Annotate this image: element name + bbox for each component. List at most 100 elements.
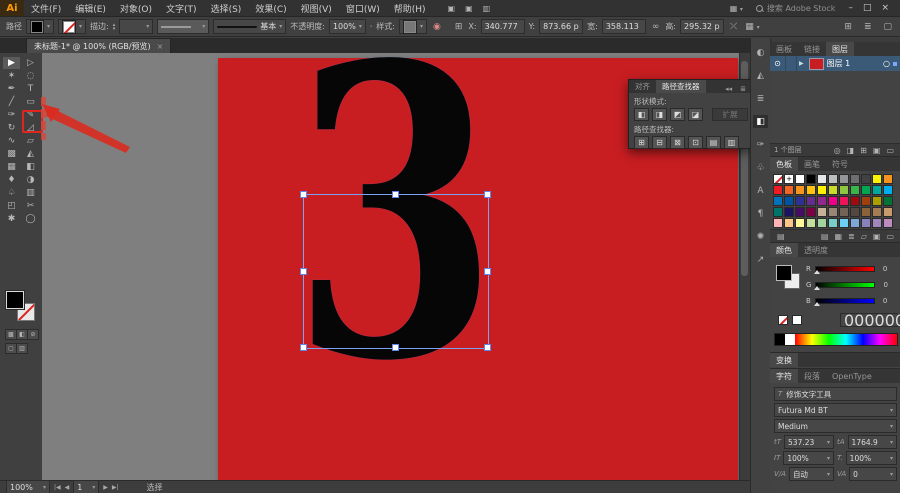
color-tab[interactable]: 颜色 bbox=[770, 243, 798, 257]
locate-object-icon[interactable]: ◎ bbox=[831, 146, 844, 155]
menu-item[interactable]: 窗口(W) bbox=[339, 2, 387, 15]
shape-mode-exclude-button[interactable]: ◪ bbox=[688, 108, 703, 121]
menu-item[interactable]: 选择(S) bbox=[204, 2, 249, 15]
expand-arrow-icon[interactable]: ▶ bbox=[797, 60, 806, 67]
eyedropper-tool[interactable]: ♦ bbox=[3, 174, 20, 186]
swatch[interactable] bbox=[850, 196, 860, 206]
new-color-group-icon[interactable]: ▱ bbox=[858, 232, 870, 241]
vertical-scale-field[interactable]: IT 100% ▾ bbox=[774, 451, 834, 465]
width-tool[interactable]: ∿ bbox=[3, 135, 20, 147]
horizontal-scale-field-caret-icon[interactable]: ▾ bbox=[890, 455, 893, 462]
leading-field-caret-icon[interactable]: ▾ bbox=[890, 439, 893, 446]
swatch[interactable] bbox=[773, 185, 783, 195]
swatch[interactable] bbox=[839, 185, 849, 195]
swatch[interactable] bbox=[883, 174, 893, 184]
swatch-libraries-icon[interactable]: ▤ bbox=[818, 232, 832, 241]
direct-selection-tool[interactable]: ▷ bbox=[22, 57, 39, 69]
swatch[interactable] bbox=[850, 185, 860, 195]
menu-item[interactable]: 效果(C) bbox=[248, 2, 293, 15]
width-profile-combo[interactable]: ▾ bbox=[157, 19, 210, 34]
swatch[interactable] bbox=[883, 218, 893, 228]
glyphs-panel-icon[interactable]: ✺ bbox=[753, 230, 768, 243]
align-panel-icon[interactable]: ≣ bbox=[753, 92, 768, 105]
character-tab[interactable]: 段落 bbox=[798, 369, 826, 383]
channel-slider[interactable] bbox=[813, 266, 875, 274]
swatch[interactable] bbox=[806, 174, 816, 184]
rotate-tool[interactable]: ↻ bbox=[3, 122, 20, 134]
workspace-switcher[interactable]: ▦ ▾ bbox=[725, 4, 748, 13]
selection-handle[interactable] bbox=[392, 191, 399, 198]
opacity-combo[interactable]: 100% ▾ bbox=[328, 19, 366, 34]
channel-slider-knob[interactable] bbox=[814, 286, 821, 290]
delete-layer-icon[interactable]: ▭ bbox=[883, 146, 897, 155]
channel-slider[interactable] bbox=[813, 298, 875, 306]
swatch[interactable] bbox=[784, 218, 794, 228]
leading-field[interactable]: tA 1764.9 ▾ bbox=[837, 435, 897, 449]
font-size-field-combo[interactable]: 537.23 ▾ bbox=[784, 435, 834, 449]
swatch[interactable]: + bbox=[784, 174, 794, 184]
swatch[interactable] bbox=[828, 185, 838, 195]
channel-value[interactable]: 0 bbox=[883, 297, 887, 305]
close-button[interactable]: × bbox=[876, 3, 894, 13]
fill-color-proxy[interactable] bbox=[6, 291, 24, 309]
transform-panel-header[interactable]: 变换 bbox=[770, 353, 900, 369]
swatch[interactable] bbox=[795, 207, 805, 217]
new-swatch-icon[interactable]: ▣ bbox=[870, 232, 884, 241]
app-bar-icon[interactable]: ▥ bbox=[478, 4, 496, 13]
swatch[interactable] bbox=[817, 196, 827, 206]
swatch[interactable] bbox=[817, 174, 827, 184]
swatch[interactable] bbox=[773, 218, 783, 228]
swatch[interactable] bbox=[784, 196, 794, 206]
swatch[interactable] bbox=[839, 207, 849, 217]
shape-mode-minus-front-button[interactable]: ◨ bbox=[652, 108, 667, 121]
swatch[interactable] bbox=[773, 207, 783, 217]
swatch[interactable] bbox=[795, 185, 805, 195]
delete-swatch-icon[interactable]: ▭ bbox=[883, 232, 897, 241]
column-graph-tool[interactable]: ▥ bbox=[22, 187, 39, 199]
panel-collapse-icon[interactable]: ◂◂ bbox=[721, 85, 736, 93]
swatch[interactable] bbox=[795, 218, 805, 228]
touch-type-tool-button[interactable]: T 修饰文字工具 bbox=[774, 387, 897, 401]
selection-handle[interactable] bbox=[484, 191, 491, 198]
panel-menu-icon[interactable]: ▢ bbox=[881, 22, 894, 32]
pathfinder-crop-button[interactable]: ⊡ bbox=[688, 136, 703, 149]
selection-bounding-box[interactable] bbox=[303, 194, 489, 349]
swatch[interactable] bbox=[795, 174, 805, 184]
tracking-field-caret-icon[interactable]: ▾ bbox=[890, 471, 893, 478]
swatches-tab[interactable]: 画笔 bbox=[798, 157, 826, 171]
channel-slider-knob[interactable] bbox=[813, 302, 820, 306]
document-tab[interactable]: 未标题-1* @ 100% (RGB/预览) × bbox=[26, 38, 172, 53]
selection-handle[interactable] bbox=[484, 267, 491, 275]
artboard-number-combo[interactable]: 1 ▾ bbox=[73, 479, 100, 493]
swatch[interactable] bbox=[828, 207, 838, 217]
pathfinder-divide-button[interactable]: ⊞ bbox=[634, 136, 649, 149]
lasso-tool[interactable]: ◌ bbox=[22, 70, 39, 82]
first-artboard-icon[interactable]: |◀ bbox=[54, 484, 61, 491]
swatch[interactable] bbox=[861, 196, 871, 206]
white-swatch[interactable] bbox=[792, 315, 802, 325]
swatch[interactable] bbox=[806, 185, 816, 195]
leading-field-combo[interactable]: 1764.9 ▾ bbox=[847, 435, 897, 449]
hex-field[interactable]: 000000 bbox=[840, 311, 900, 330]
pathfinder-trim-button[interactable]: ⊟ bbox=[652, 136, 667, 149]
fill-stroke-widget[interactable] bbox=[776, 265, 802, 291]
layer-thumbnail[interactable] bbox=[808, 57, 824, 70]
kerning-field-combo[interactable]: 自动 ▾ bbox=[788, 467, 834, 481]
stroke-color-picker[interactable]: ▾ bbox=[58, 19, 87, 34]
pathfinder-tab[interactable]: 路径查找器 bbox=[656, 80, 706, 93]
minimize-button[interactable]: – bbox=[843, 3, 858, 13]
expand-button[interactable]: 扩展 bbox=[712, 108, 748, 121]
channel-slider[interactable] bbox=[814, 282, 876, 290]
font-style-combo[interactable]: Medium ▾ bbox=[774, 419, 897, 433]
color-tab[interactable]: 透明度 bbox=[798, 243, 834, 257]
pen-tool[interactable]: ✒ bbox=[3, 83, 20, 95]
channel-value[interactable]: 0 bbox=[883, 265, 887, 273]
font-size-field[interactable]: tT 537.23 ▾ bbox=[774, 435, 834, 449]
brushes-panel-icon[interactable]: ✑ bbox=[753, 138, 768, 151]
tracking-field-combo[interactable]: 0 ▾ bbox=[849, 467, 897, 481]
canvas-area[interactable]: 3 对齐 路径查找器 ◂◂ ≣ 形状模式: ◧ ◨ ◩ ◪ 扩展 路径查找器: ⊞ ⊟ ⊠ ⊡… bbox=[42, 53, 750, 480]
swatch[interactable] bbox=[828, 174, 838, 184]
align-options-icon[interactable]: ⊞ bbox=[842, 22, 854, 32]
swatch[interactable] bbox=[839, 174, 849, 184]
selection-tool[interactable]: ▶ bbox=[3, 57, 20, 69]
